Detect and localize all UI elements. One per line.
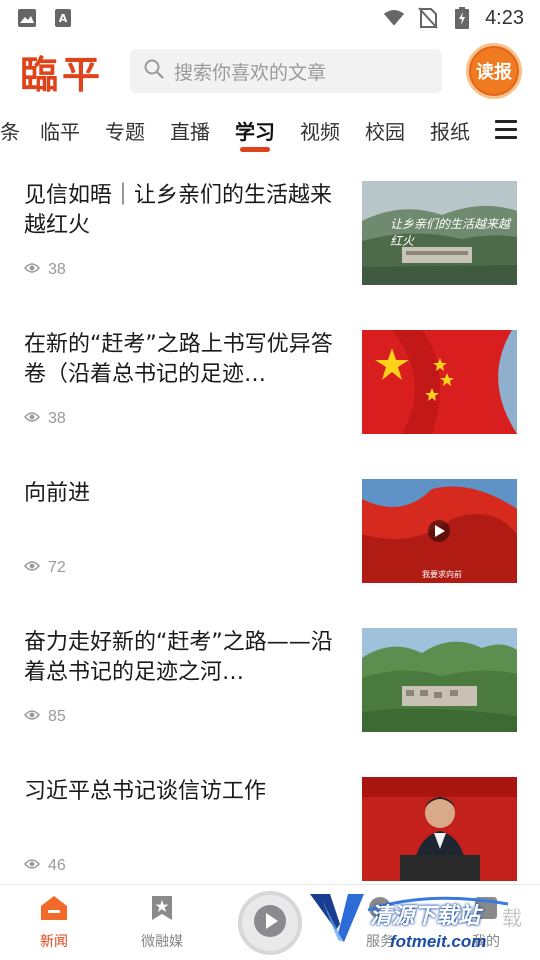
article-title: 习近平总书记谈信访工作 <box>24 779 267 804</box>
app-logo[interactable]: 臨平 <box>20 44 120 99</box>
header: 臨平 搜索你喜欢的文章 读报 <box>0 40 540 102</box>
no-sim-icon <box>417 7 439 29</box>
views-count: 46 <box>48 857 66 874</box>
watermark-suffix: 载 <box>502 906 522 930</box>
eye-icon <box>24 559 40 577</box>
tab-topics[interactable]: 专题 <box>105 116 145 145</box>
article-title: 奋力走好新的“赶考”之路——沿着总书记的足迹之河… <box>24 630 333 685</box>
article-views: 38 <box>24 261 66 279</box>
eye-icon <box>24 857 40 875</box>
eye-icon <box>24 261 40 279</box>
article-thumbnail <box>362 330 517 434</box>
article-thumbnail <box>362 777 517 881</box>
svg-text:A: A <box>59 12 68 25</box>
tab-newspaper[interactable]: 报纸 <box>430 116 470 145</box>
tab-study[interactable]: 学习 <box>235 116 275 145</box>
tab-headline[interactable]: 条 <box>0 116 20 145</box>
bookmark-star-icon <box>150 895 174 925</box>
article-views: 46 <box>24 857 66 875</box>
watermark-url: fotmeit.com <box>390 932 487 951</box>
read-newspaper-button[interactable]: 读报 <box>466 43 522 99</box>
a-notification-icon: A <box>52 8 74 28</box>
play-icon <box>253 904 287 942</box>
tab-linping[interactable]: 临平 <box>40 116 80 145</box>
article-item[interactable]: 在新的“赶考”之路上书写优异答卷（沿着总书记的足迹… 38 <box>0 330 540 479</box>
status-bar: A 4:23 <box>0 0 540 36</box>
article-title: 在新的“赶考”之路上书写优异答卷（沿着总书记的足迹… <box>24 332 333 387</box>
eye-icon <box>24 410 40 428</box>
views-count: 72 <box>48 559 66 576</box>
active-tab-indicator <box>240 147 270 152</box>
article-title: 见信如晤｜让乡亲们的生活越来越红火 <box>24 183 333 238</box>
tab-video[interactable]: 视频 <box>300 116 340 145</box>
article-views: 38 <box>24 410 66 428</box>
views-count: 38 <box>48 410 66 427</box>
article-views: 72 <box>24 559 66 577</box>
tab-campus[interactable]: 校园 <box>365 116 405 145</box>
image-icon <box>16 8 38 28</box>
thumb-caption: 我要求向前 <box>422 570 462 579</box>
nav-news-label: 新闻 <box>40 934 68 950</box>
search-icon <box>144 59 164 83</box>
eye-icon <box>24 708 40 726</box>
article-thumbnail: 我要求向前 <box>362 479 517 583</box>
battery-charging-icon <box>451 7 473 29</box>
watermark: 清源下载站 载 fotmeit.com <box>308 890 540 960</box>
status-time: 4:23 <box>485 6 524 29</box>
home-icon <box>40 895 68 925</box>
watermark-title: 清源下载站 <box>370 904 481 929</box>
nav-news[interactable]: 新闻 <box>14 895 94 951</box>
search-placeholder: 搜索你喜欢的文章 <box>174 61 327 84</box>
views-count: 38 <box>48 261 66 278</box>
thumb-caption: 让乡亲们的生活越来越红火 <box>390 217 511 248</box>
tab-live[interactable]: 直播 <box>170 116 210 145</box>
article-thumbnail <box>362 628 517 732</box>
menu-icon[interactable] <box>495 120 517 140</box>
article-title: 向前进 <box>24 481 91 506</box>
article-thumbnail: 让乡亲们的生活越来越红火 <box>362 181 517 285</box>
search-input[interactable]: 搜索你喜欢的文章 <box>130 49 442 93</box>
nav-micro-media-label: 微融媒 <box>141 934 183 950</box>
views-count: 85 <box>48 708 66 725</box>
nav-micro-media[interactable]: 微融媒 <box>122 895 202 951</box>
article-item[interactable]: 向前进 72 我要求向前 <box>0 479 540 628</box>
play-button[interactable] <box>238 891 302 955</box>
channel-tabs: 条 临平 专题 直播 学习 视频 校园 报纸 <box>0 108 540 158</box>
article-views: 85 <box>24 708 66 726</box>
article-item[interactable]: 奋力走好新的“赶考”之路——沿着总书记的足迹之河… 85 <box>0 628 540 777</box>
wifi-icon <box>383 8 405 28</box>
article-item[interactable]: 见信如晤｜让乡亲们的生活越来越红火 38 让乡亲们的生活越来越红火 <box>0 181 540 330</box>
